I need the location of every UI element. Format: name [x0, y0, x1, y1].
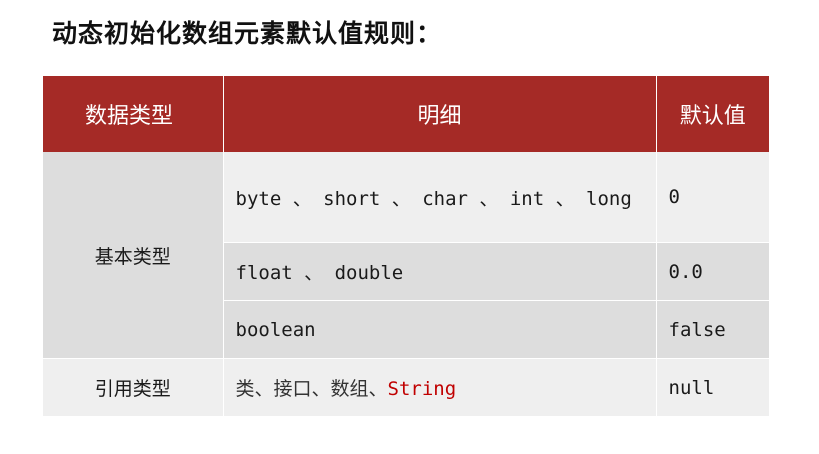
detail-cell: byte 、 short 、 char 、 int 、 long — [223, 152, 657, 243]
default-value-cell: 0.0 — [656, 242, 769, 301]
default-value-cell: null — [656, 358, 769, 416]
default-value-cell: false — [656, 300, 769, 359]
header-default-value: 默认值 — [656, 76, 769, 152]
detail-cell: boolean — [223, 300, 657, 359]
table-header-row: 数据类型 明细 默认值 — [43, 76, 769, 152]
table-row: 引用类型 类、接口、数组、String null — [43, 358, 769, 416]
detail-cell: float 、 double — [223, 242, 657, 301]
default-values-table: 数据类型 明细 默认值 基本类型 byte 、 short 、 char 、 i… — [43, 76, 769, 416]
category-reference-type: 引用类型 — [43, 358, 224, 416]
header-data-type: 数据类型 — [43, 76, 224, 152]
default-value-cell: 0 — [656, 152, 769, 243]
detail-cell: 类、接口、数组、String — [223, 358, 657, 416]
page-title: 动态初始化数组元素默认值规则： — [52, 19, 443, 48]
category-basic-type: 基本类型 — [43, 152, 224, 359]
header-detail: 明细 — [223, 76, 657, 152]
table-row: 基本类型 byte 、 short 、 char 、 int 、 long 0 — [43, 152, 769, 359]
string-type-text: String — [387, 378, 457, 400]
reference-types-text: 类、接口、数组、 — [235, 378, 388, 400]
